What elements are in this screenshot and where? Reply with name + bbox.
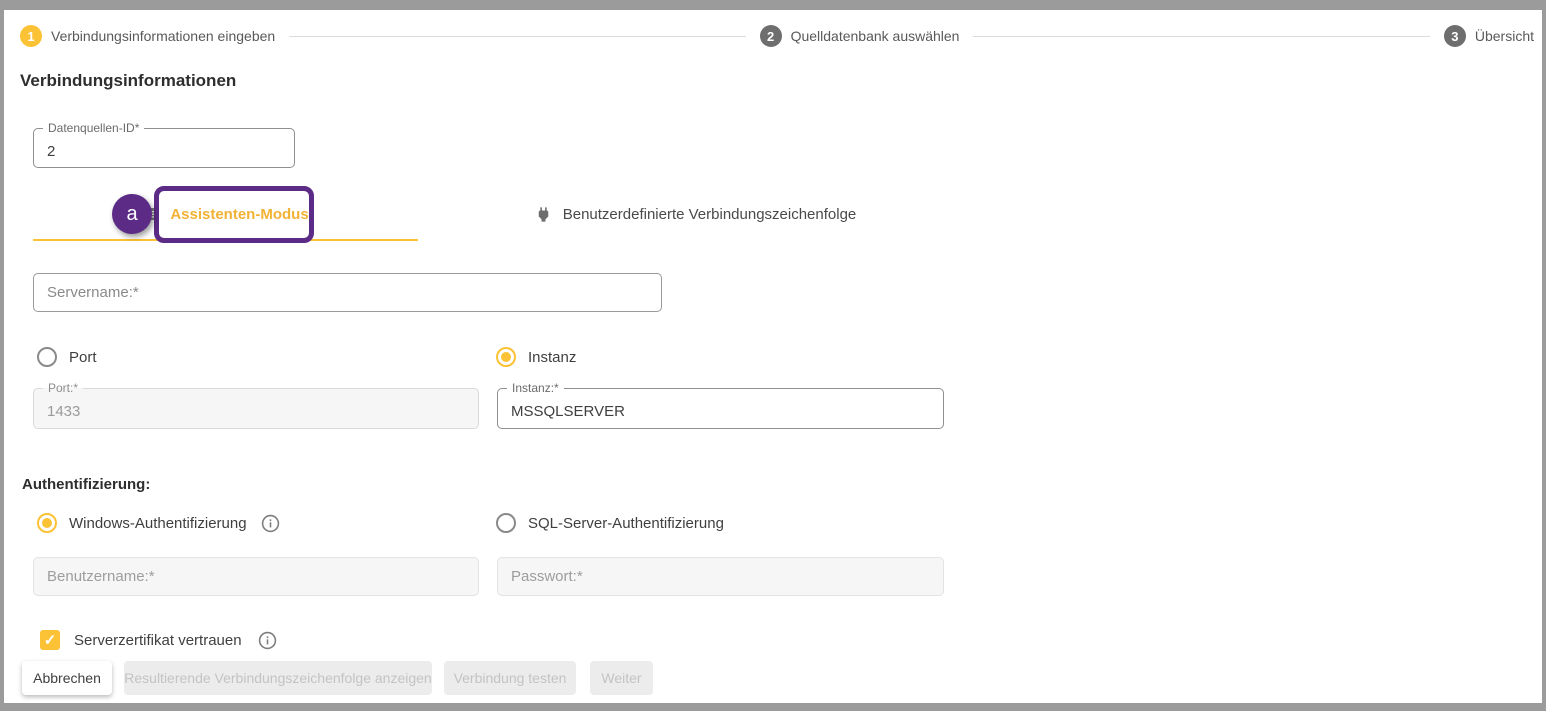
port-field: Port:* — [33, 388, 479, 429]
radio-windows-auth-control — [37, 513, 57, 533]
port-input — [34, 389, 478, 428]
tab-custom-connection-string[interactable]: Benutzerdefinierte Verbindungszeichenfol… — [418, 189, 972, 239]
radio-sql-auth-control — [496, 513, 516, 533]
stepper-step-source-database[interactable]: 2 Quelldatenbank auswählen — [760, 25, 960, 47]
radio-instance[interactable]: Instanz — [496, 347, 576, 367]
radio-port[interactable]: Port — [37, 347, 97, 367]
step-2-label: Quelldatenbank auswählen — [791, 28, 960, 44]
radio-windows-auth[interactable]: Windows-Authentifizierung — [37, 513, 280, 533]
authentication-heading: Authentifizierung: — [22, 476, 150, 493]
stepper-step-overview[interactable]: 3 Übersicht — [1444, 25, 1534, 47]
radio-sql-auth[interactable]: SQL-Server-Authentifizierung — [496, 513, 724, 533]
info-icon[interactable] — [258, 631, 277, 650]
port-label: Port:* — [43, 381, 83, 395]
radio-windows-auth-label: Windows-Authentifizierung — [69, 515, 247, 532]
password-input — [497, 557, 944, 596]
trust-certificate-checkbox-row[interactable]: ✓ Serverzertifikat vertrauen — [40, 630, 277, 650]
step-3-badge: 3 — [1444, 25, 1466, 47]
step-1-badge: 1 — [20, 25, 42, 47]
stepper-step-connection-info[interactable]: 1 Verbindungsinformationen eingeben — [20, 25, 275, 47]
checkbox-checked: ✓ — [40, 630, 60, 650]
radio-port-label: Port — [69, 349, 97, 366]
annotation-badge-a: a — [112, 194, 152, 234]
radio-instance-control — [496, 347, 516, 367]
annotation-highlight-box — [154, 186, 314, 243]
instance-label: Instanz:* — [507, 381, 564, 395]
radio-instance-label: Instanz — [528, 349, 576, 366]
stepper-connector — [973, 36, 1429, 37]
window-frame: 1 Verbindungsinformationen eingeben 2 Qu… — [0, 0, 1546, 711]
cancel-button[interactable]: Abbrechen — [22, 661, 112, 695]
next-button: Weiter — [590, 661, 653, 695]
trust-certificate-label: Serverzertifikat vertrauen — [74, 632, 242, 649]
info-icon[interactable] — [261, 514, 280, 533]
show-connection-string-button: Resultierende Verbindungszeichenfolge an… — [124, 661, 432, 695]
annotation-badge-letter: a — [126, 203, 137, 226]
radio-sql-auth-label: SQL-Server-Authentifizierung — [528, 515, 724, 532]
instance-field: Instanz:* — [497, 388, 944, 429]
page-title: Verbindungsinformationen — [20, 71, 236, 91]
wizard-stepper: 1 Verbindungsinformationen eingeben 2 Qu… — [20, 24, 1534, 48]
step-2-badge: 2 — [760, 25, 782, 47]
test-connection-button: Verbindung testen — [444, 661, 576, 695]
tab-custom-connection-string-label: Benutzerdefinierte Verbindungszeichenfol… — [563, 206, 857, 223]
username-input — [33, 557, 479, 596]
datasource-id-label: Datenquellen-ID* — [43, 121, 144, 135]
step-1-label: Verbindungsinformationen eingeben — [51, 28, 275, 44]
step-3-label: Übersicht — [1475, 28, 1534, 44]
stepper-connector — [289, 36, 745, 37]
radio-port-control — [37, 347, 57, 367]
connection-wizard-page: 1 Verbindungsinformationen eingeben 2 Qu… — [4, 10, 1542, 703]
plug-icon — [534, 205, 553, 224]
datasource-id-field: Datenquellen-ID* — [33, 128, 295, 168]
servername-input[interactable] — [33, 273, 662, 312]
instance-input[interactable] — [498, 389, 943, 428]
